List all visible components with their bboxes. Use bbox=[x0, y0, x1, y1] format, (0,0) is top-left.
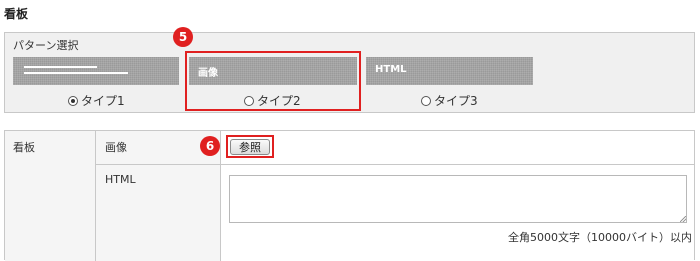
row-header-label: 看板 bbox=[13, 141, 35, 154]
radio-type3-label: タイプ3 bbox=[434, 94, 478, 108]
resize-grip-icon[interactable] bbox=[680, 216, 686, 222]
html-textarea[interactable] bbox=[229, 175, 687, 223]
section-title: 看板 bbox=[4, 7, 29, 21]
radio-unselected-icon[interactable] bbox=[421, 95, 431, 106]
html-field-header: HTML bbox=[96, 165, 221, 261]
radio-type1[interactable]: タイプ1 bbox=[68, 92, 125, 109]
thumbnail-label-html: HTML bbox=[375, 64, 407, 75]
radio-type1-label: タイプ1 bbox=[81, 94, 125, 108]
highlight-box-browse bbox=[226, 135, 274, 158]
image-field-label: 画像 bbox=[105, 141, 127, 154]
pattern-thumbnail-type3[interactable]: HTML bbox=[366, 57, 533, 85]
thumbnail-line bbox=[24, 72, 128, 74]
html-field-label: HTML bbox=[105, 173, 136, 186]
highlight-box-type2 bbox=[185, 51, 361, 111]
radio-type3[interactable]: タイプ3 bbox=[421, 92, 478, 109]
thumbnail-line bbox=[24, 66, 97, 68]
pattern-thumbnail-type1[interactable] bbox=[13, 57, 179, 85]
radio-selected-icon[interactable] bbox=[68, 95, 78, 106]
pattern-selection-label: パターン選択 bbox=[13, 39, 79, 52]
step-marker-5: 5 bbox=[173, 27, 193, 47]
character-limit-note: 全角5000文字（10000バイト）以内 bbox=[508, 231, 692, 244]
image-field-cell bbox=[221, 131, 694, 165]
row-header-signboard: 看板 bbox=[5, 131, 96, 261]
step-marker-6: 6 bbox=[200, 136, 220, 156]
